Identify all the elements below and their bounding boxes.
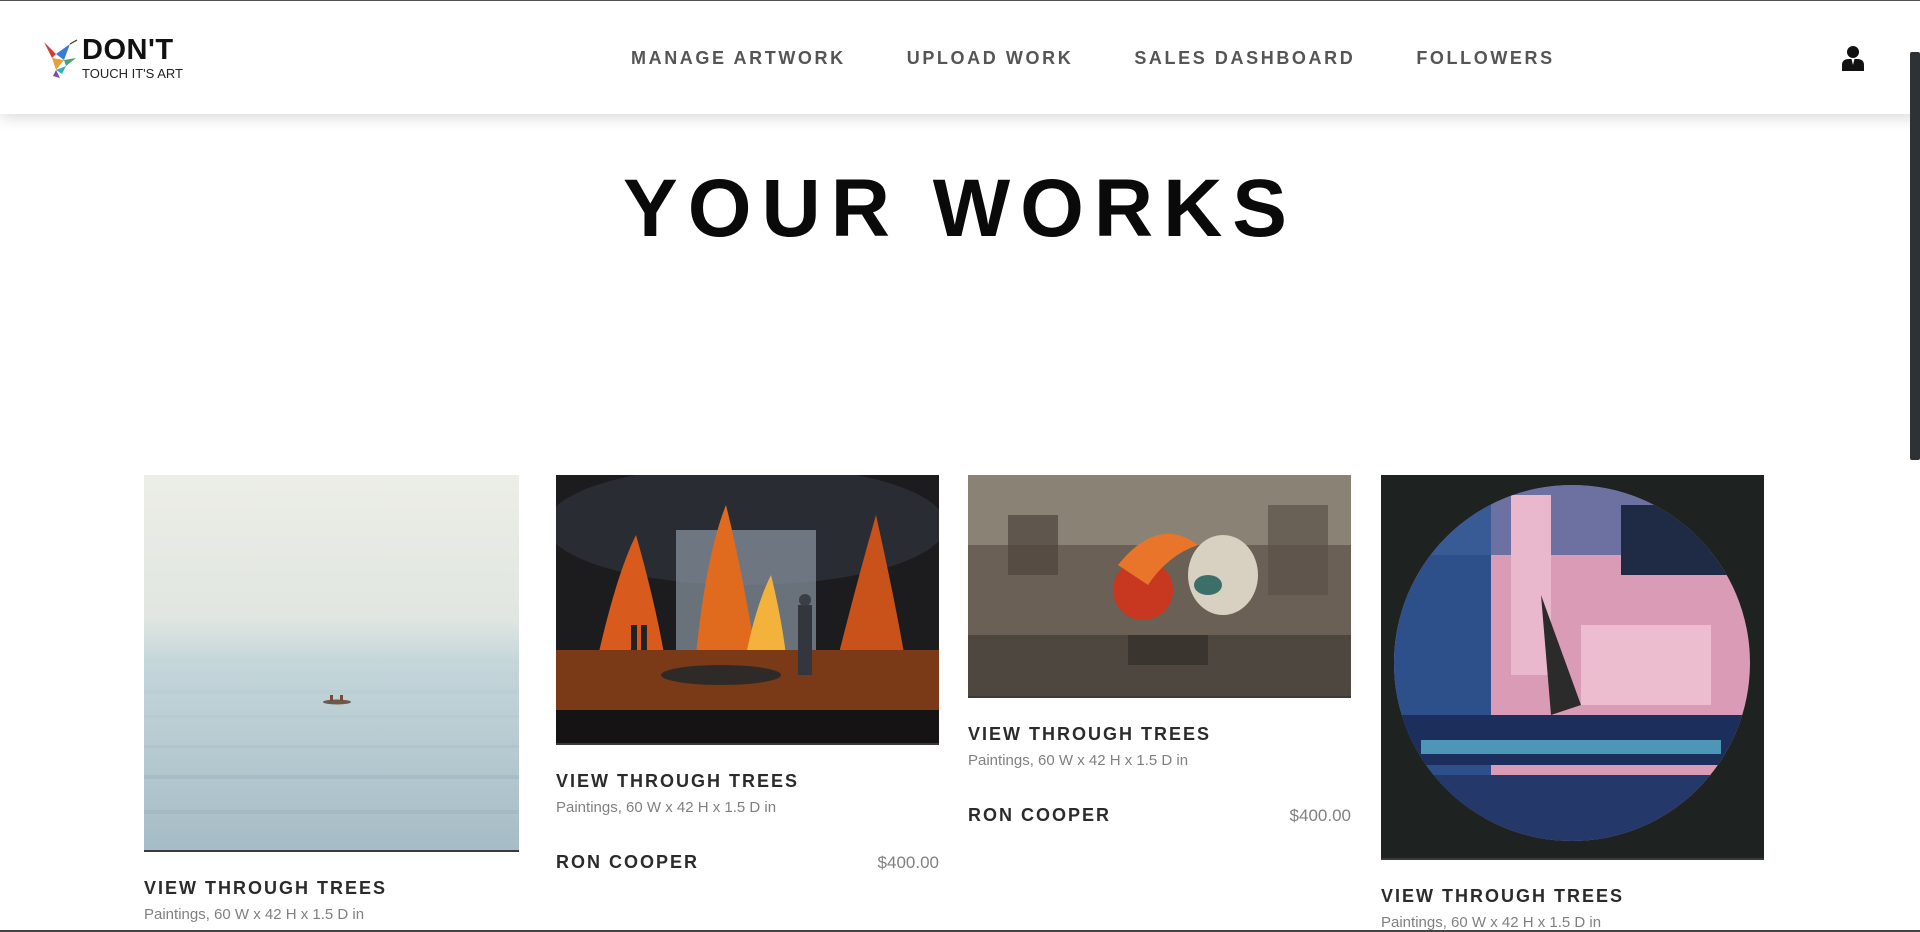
- brand-logo[interactable]: DON'T TOUCH IT'S ART: [42, 35, 183, 81]
- artwork-meta: Paintings, 60 W x 42 H x 1.5 D in: [1381, 914, 1602, 931]
- brand-title: DON'T: [82, 34, 174, 66]
- artwork-image[interactable]: [1381, 475, 1764, 860]
- artwork-card[interactable]: VIEW THROUGH TREES Paintings, 60 W x 42 …: [1381, 475, 1764, 931]
- scrollbar-thumb[interactable]: [1910, 52, 1920, 460]
- nav-followers[interactable]: FOLLOWERS: [1416, 48, 1554, 69]
- user-icon[interactable]: [1841, 45, 1865, 71]
- brand-subtitle: TOUCH IT'S ART: [82, 66, 183, 81]
- nav-sales-dashboard[interactable]: SALES DASHBOARD: [1134, 48, 1355, 69]
- artwork-card[interactable]: VIEW THROUGH TREES Paintings, 60 W x 42 …: [968, 475, 1351, 826]
- hummingbird-logo-icon: [44, 39, 78, 78]
- artwork-card[interactable]: VIEW THROUGH TREES Paintings, 60 W x 42 …: [144, 475, 527, 923]
- artwork-title: VIEW THROUGH TREES: [144, 878, 388, 898]
- page-title: YOUR WORKS: [623, 163, 1297, 254]
- artwork-card[interactable]: VIEW THROUGH TREES Paintings, 60 W x 42 …: [556, 475, 939, 873]
- artwork-title: VIEW THROUGH TREES: [968, 724, 1212, 744]
- artist-name[interactable]: RON COOPER: [556, 852, 699, 873]
- site-header: DON'T TOUCH IT'S ART MANAGE ARTWORK UPLO…: [0, 1, 1920, 114]
- artwork-image[interactable]: [556, 475, 939, 745]
- artwork-price: $400.00: [1289, 806, 1351, 825]
- artwork-image[interactable]: [968, 475, 1351, 698]
- artwork-meta: Paintings, 60 W x 42 H x 1.5 D in: [968, 752, 1189, 769]
- artwork-title: VIEW THROUGH TREES: [1381, 886, 1625, 906]
- artwork-meta: Paintings, 60 W x 42 H x 1.5 D in: [144, 906, 365, 923]
- nav-upload-work[interactable]: UPLOAD WORK: [907, 48, 1074, 69]
- artist-name[interactable]: RON COOPER: [968, 805, 1111, 826]
- main-nav: MANAGE ARTWORK UPLOAD WORK SALES DASHBOA…: [631, 48, 1555, 69]
- artwork-image[interactable]: [144, 475, 519, 852]
- artwork-title: VIEW THROUGH TREES: [556, 771, 800, 791]
- artwork-price: $400.00: [877, 853, 939, 872]
- artwork-meta: Paintings, 60 W x 42 H x 1.5 D in: [556, 799, 777, 816]
- nav-manage-artwork[interactable]: MANAGE ARTWORK: [631, 48, 846, 69]
